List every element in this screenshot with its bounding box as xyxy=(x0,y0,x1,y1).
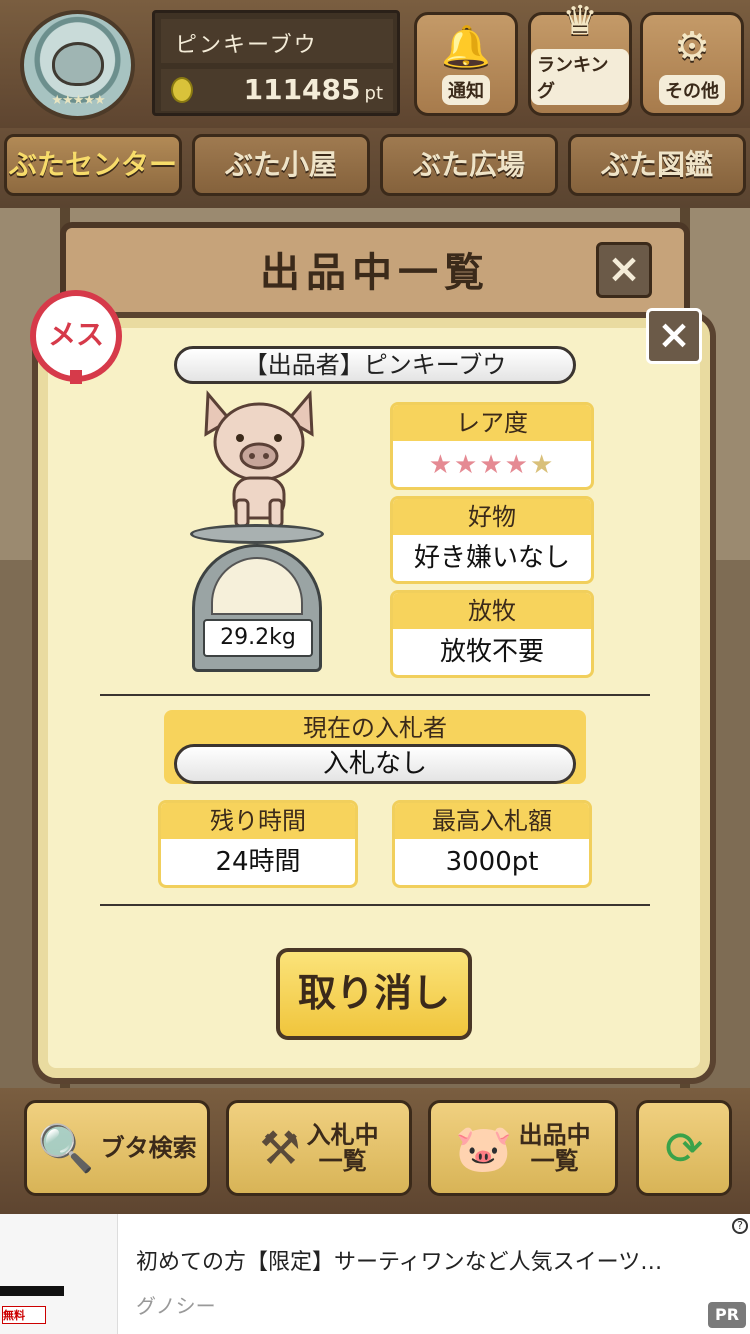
ad-thumb-bar xyxy=(0,1286,64,1296)
pig-search-label: ブタ検索 xyxy=(100,1133,197,1162)
crown-icon: ♛ xyxy=(562,0,598,44)
gear-icon: ⚙ xyxy=(674,24,710,70)
star-filled-icon: ★ xyxy=(479,450,505,480)
ad-info-icon[interactable]: ? xyxy=(732,1218,748,1234)
seller-label: 【出品者】ピンキーブウ xyxy=(174,346,576,384)
favorite-value: 好き嫌いなし xyxy=(413,543,570,573)
divider-bottom xyxy=(100,904,650,906)
notification-label: 通知 xyxy=(442,75,490,105)
main-tabs: ぶたセンター ぶた小屋 ぶた広場 ぶた図鑑 xyxy=(0,128,750,208)
scale-dial xyxy=(211,557,303,615)
remaining-time-label: 残り時間 xyxy=(161,803,355,839)
tab-buta-zukan[interactable]: ぶた図鑑 xyxy=(568,134,746,196)
current-bidder-card: 現在の入札者 入札なし xyxy=(164,710,586,784)
refresh-button[interactable]: ⟳ xyxy=(636,1100,732,1196)
divider-top xyxy=(100,694,650,696)
user-avatar[interactable]: ★★★★★ xyxy=(20,10,135,120)
gavel-icon: ⚒ xyxy=(259,1121,301,1175)
refresh-icon: ⟳ xyxy=(664,1121,704,1175)
star-filled-icon: ★ xyxy=(428,450,455,480)
ad-title[interactable]: 初めての方【限定】サーティワンなど人気スイーツ… xyxy=(136,1244,742,1276)
scale-plate xyxy=(190,524,324,544)
listing-list-label: 出品中 一覧 xyxy=(518,1120,591,1175)
remaining-time-card: 残り時間 24時間 xyxy=(158,800,358,888)
ad-source: グノシー xyxy=(136,1294,216,1318)
panel-title: 出品中一覧 xyxy=(260,250,490,296)
gender-symbol-icon xyxy=(70,370,82,384)
top-bar: ★★★★★ ピンキーブウ 111485 pt 🔔 通知 ♛ ランキング ⚙ その他 xyxy=(0,0,750,128)
tab-buta-koya[interactable]: ぶた小屋 xyxy=(192,134,370,196)
other-label: その他 xyxy=(659,75,725,105)
max-bid-value: 3000pt xyxy=(445,847,539,877)
cancel-listing-button[interactable]: 取り消し xyxy=(276,948,472,1040)
bidding-list-button[interactable]: ⚒ 入札中 一覧 xyxy=(226,1100,412,1196)
points-value: 111485 xyxy=(243,73,361,106)
favorite-label: 好物 xyxy=(393,499,591,535)
current-bidder-label: 現在の入札者 xyxy=(303,714,447,742)
coin-icon xyxy=(171,77,193,103)
grazing-value: 放牧不要 xyxy=(439,637,544,667)
dialog-close-button[interactable]: × xyxy=(646,308,702,364)
ranking-button[interactable]: ♛ ランキング xyxy=(528,1,632,116)
user-info-box: ピンキーブウ 111485 pt xyxy=(152,10,400,116)
tab-buta-center[interactable]: ぶたセンター xyxy=(4,134,182,196)
pig-search-button[interactable]: 🔍 ブタ検索 xyxy=(24,1100,210,1196)
ad-thumbnail[interactable]: 無料 xyxy=(0,1214,118,1334)
current-bidder-value: 入札なし xyxy=(174,744,576,784)
user-points: 111485 pt xyxy=(161,69,393,111)
pig-illustration-icon xyxy=(204,390,314,528)
pig-avatar-icon xyxy=(52,42,104,86)
ad-pr-badge: PR xyxy=(708,1302,746,1328)
notification-button[interactable]: 🔔 通知 xyxy=(414,12,518,116)
bell-icon: 🔔 xyxy=(441,24,491,70)
star-empty-icon: ★ xyxy=(529,450,556,480)
pig-icon: 🐷 xyxy=(455,1120,513,1175)
rarity-stars: ★★★★★ xyxy=(393,441,591,487)
gender-label: メス xyxy=(47,318,104,351)
panel-close-button[interactable]: × xyxy=(596,242,652,298)
grazing-label: 放牧 xyxy=(393,593,591,629)
tab-buta-hiroba[interactable]: ぶた広場 xyxy=(380,134,558,196)
points-unit: pt xyxy=(364,83,383,104)
ad-banner[interactable]: 無料 初めての方【限定】サーティワンなど人気スイーツ… グノシー ? xyxy=(0,1214,750,1334)
female-gender-icon: メス xyxy=(30,290,122,382)
listing-list-button[interactable]: 🐷 出品中 一覧 xyxy=(428,1100,618,1196)
ranking-label: ランキング xyxy=(531,49,629,105)
star-filled-icon: ★ xyxy=(454,450,480,480)
bottom-bar: 🔍 ブタ検索 ⚒ 入札中 一覧 🐷 出品中 一覧 ⟳ xyxy=(0,1088,750,1214)
remaining-time-value: 24時間 xyxy=(215,847,301,877)
other-button[interactable]: ⚙ その他 xyxy=(640,12,744,116)
max-bid-card: 最高入札額 3000pt xyxy=(392,800,592,888)
star-filled-icon: ★ xyxy=(504,450,530,480)
rarity-label: レア度 xyxy=(393,405,591,441)
avatar-stars-icon: ★★★★★ xyxy=(51,93,105,108)
grazing-card: 放牧 放牧不要 xyxy=(390,590,594,678)
scale-icon: 29.2kg xyxy=(192,544,322,672)
magnifier-icon: 🔍 xyxy=(37,1120,95,1175)
pig-weight: 29.2kg xyxy=(203,619,313,657)
rarity-card: レア度 ★★★★★ xyxy=(390,402,594,490)
bidding-list-label: 入札中 一覧 xyxy=(306,1120,379,1175)
favorite-food-card: 好物 好き嫌いなし xyxy=(390,496,594,584)
user-name: ピンキーブウ xyxy=(161,19,393,63)
ad-thumb-badge: 無料 xyxy=(2,1306,46,1324)
max-bid-label: 最高入札額 xyxy=(395,803,589,839)
